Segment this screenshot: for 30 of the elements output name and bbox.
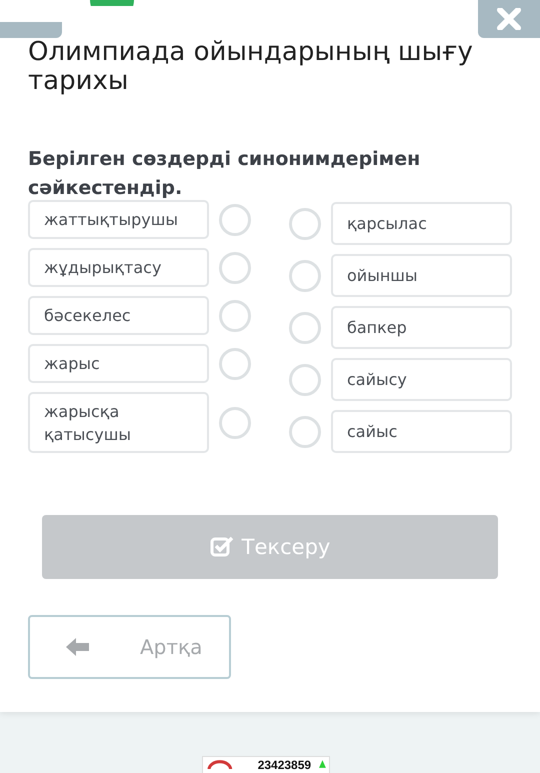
match-point[interactable] xyxy=(289,364,321,396)
word-card[interactable]: жарысқа қатысушы xyxy=(28,392,209,453)
checkbox-icon xyxy=(210,536,234,558)
word-card[interactable]: сайысу xyxy=(331,358,512,401)
match-point[interactable] xyxy=(289,208,321,240)
match-point[interactable] xyxy=(289,416,321,448)
word-card[interactable]: жарыс xyxy=(28,344,209,383)
word-card[interactable]: бәсекелес xyxy=(28,296,209,335)
word-card[interactable]: жұдырықтасу xyxy=(28,248,209,287)
tab-bar xyxy=(0,22,62,38)
match-point[interactable] xyxy=(289,312,321,344)
match-point[interactable] xyxy=(219,406,251,438)
word-card[interactable]: бапкер xyxy=(331,306,512,349)
match-point[interactable] xyxy=(219,348,251,380)
match-point[interactable] xyxy=(219,204,251,236)
counter-value: 23423859 xyxy=(258,759,312,771)
word-card[interactable]: сайыс xyxy=(331,410,512,453)
word-card[interactable]: жаттықтырушы xyxy=(28,200,209,239)
page-title: Олимпиада ойындарының шығу тарихы xyxy=(27,38,474,98)
arrow-left-icon xyxy=(66,638,90,656)
match-point[interactable] xyxy=(289,260,321,292)
close-button[interactable] xyxy=(478,0,540,38)
ring-icon xyxy=(206,759,234,769)
match-point[interactable] xyxy=(219,300,251,332)
match-point[interactable] xyxy=(219,252,251,284)
word-card[interactable]: қарсылас xyxy=(331,202,512,245)
word-card[interactable]: ойыншы xyxy=(331,254,512,297)
instruction-text: Берілген сөздерді синонимдерімен сәйкестендір. xyxy=(27,147,422,200)
close-icon xyxy=(497,8,521,30)
triangle-up-icon xyxy=(319,759,326,769)
